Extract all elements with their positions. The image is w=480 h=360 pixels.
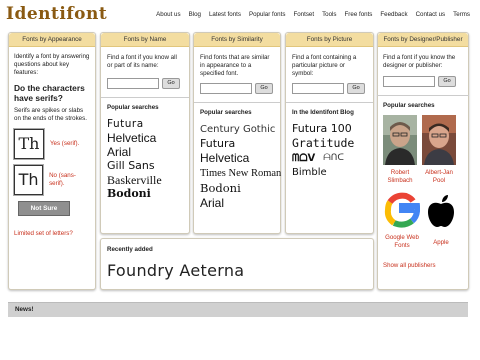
divider [377, 95, 469, 96]
nav-about-us[interactable]: About us [156, 11, 180, 18]
designer-go-button[interactable]: Go [438, 76, 456, 87]
serif-sample-text: Th [18, 134, 40, 153]
publisher-google-web-fonts-link[interactable]: Google Web Fonts [382, 234, 422, 250]
font-link-bodoni[interactable]: Bodoni [200, 181, 274, 196]
main-nav: About us Blog Latest fonts Popular fonts… [156, 11, 470, 18]
font-link-century-gothic[interactable]: Century Gothic [200, 123, 275, 137]
nav-tools[interactable]: Tools [322, 11, 336, 18]
designer-popular-title: Popular searches [383, 102, 435, 109]
similarity-panel: Fonts by Similarity Find fonts that are … [193, 32, 281, 234]
avatar-robert-slimbach[interactable] [383, 115, 417, 165]
font-link-helvetica[interactable]: Helvetica [200, 151, 274, 166]
blog-link-gratitude[interactable]: Gratitude [292, 136, 367, 151]
divider [286, 102, 373, 103]
blog-link-symbol-font-2[interactable]: ᗩᑎᑕ [323, 151, 344, 166]
font-link-futura[interactable]: Futura [107, 118, 183, 131]
blog-link-bimble[interactable]: Bimble [292, 166, 367, 180]
show-all-publishers-link[interactable]: Show all publishers [383, 262, 436, 269]
picture-go-button[interactable]: Go [347, 83, 365, 94]
similarity-intro: Find fonts that are similar in appearanc… [200, 54, 270, 77]
not-sure-button[interactable]: Not Sure [18, 201, 70, 216]
recently-added-title: Recently added [107, 246, 153, 253]
sans-sample-button[interactable]: Th [14, 165, 44, 195]
top-bar: Identifont About us Blog Latest fonts Po… [0, 0, 480, 30]
name-search-input[interactable] [107, 78, 159, 89]
sans-sample-text: Th [18, 170, 39, 189]
name-popular-title: Popular searches [107, 104, 159, 111]
font-link-baskerville[interactable]: Baskerville [107, 173, 183, 187]
nav-terms[interactable]: Terms [453, 11, 470, 18]
font-link-futura[interactable]: Futura [200, 137, 274, 151]
font-link-helvetica[interactable]: Helvetica [107, 131, 183, 145]
font-link-arial[interactable]: Arial [200, 196, 274, 211]
designer-albert-jan-pool-link[interactable]: Albert-Jan Pool [421, 169, 457, 185]
font-link-times-new-roman[interactable]: Times New Roman [200, 166, 281, 181]
serif-hint: Serifs are spikes or slabs on the ends o… [14, 107, 87, 122]
nav-popular-fonts[interactable]: Popular fonts [249, 11, 285, 18]
appearance-panel: Fonts by Appearance Identify a font by a… [8, 32, 96, 290]
site-logo[interactable]: Identifont [6, 4, 107, 24]
similarity-go-button[interactable]: Go [255, 83, 273, 94]
publisher-apple-link[interactable]: Apple [421, 239, 461, 247]
nav-latest-fonts[interactable]: Latest fonts [209, 11, 241, 18]
similarity-search-input[interactable] [200, 83, 252, 94]
serif-yes-link[interactable]: Yes (serif). [50, 140, 79, 148]
google-logo-icon[interactable] [384, 192, 421, 228]
font-link-gill-sans[interactable]: Gill Sans [107, 159, 183, 173]
serif-sample-button[interactable]: Th [14, 129, 44, 159]
limited-letters-link[interactable]: Limited set of letters? [14, 230, 90, 238]
name-go-button[interactable]: Go [162, 78, 180, 89]
name-panel: Fonts by Name Find a font if you know al… [100, 32, 190, 234]
recently-added-panel: Recently added Foundry Aeterna [100, 238, 374, 290]
designer-robert-slimbach-link[interactable]: Robert Slimbach [382, 169, 418, 185]
blog-link-futura-100[interactable]: Futura 100 [292, 122, 367, 136]
nav-contact-us[interactable]: Contact us [416, 11, 446, 18]
portrait-photo [383, 115, 417, 165]
recent-font-link[interactable]: Foundry Aeterna [107, 260, 367, 282]
nav-fontset[interactable]: Fontset [293, 11, 314, 18]
serif-no-link[interactable]: No (sans-serif). [49, 172, 90, 188]
designer-search-input[interactable] [383, 76, 435, 87]
news-label[interactable]: News! [15, 306, 34, 313]
designer-intro: Find a font if you know the designer or … [383, 54, 456, 69]
appearance-intro: Identify a font by answering questions a… [14, 53, 90, 76]
picture-intro: Find a font containing a particular pict… [292, 54, 357, 77]
picture-search-input[interactable] [292, 83, 344, 94]
appearance-title: Fonts by Appearance [9, 33, 95, 47]
font-link-arial[interactable]: Arial [107, 145, 183, 159]
divider [194, 102, 280, 103]
similarity-title: Fonts by Similarity [194, 33, 280, 47]
divider [101, 97, 189, 98]
nav-feedback[interactable]: Feedback [380, 11, 407, 18]
apple-logo-icon[interactable] [425, 194, 457, 228]
avatar-albert-jan-pool[interactable] [422, 115, 456, 165]
news-bar: News! [8, 302, 468, 317]
nav-blog[interactable]: Blog [189, 11, 201, 18]
portrait-photo [422, 115, 456, 165]
nav-free-fonts[interactable]: Free fonts [345, 11, 373, 18]
picture-panel: Fonts by Picture Find a font containing … [285, 32, 374, 234]
name-title: Fonts by Name [101, 33, 189, 47]
designer-title: Fonts by Designer/Publisher [378, 33, 468, 47]
font-link-bodoni[interactable]: Bodoni [107, 187, 183, 201]
blog-title: In the Identifont Blog [292, 109, 354, 116]
serif-question: Do the characters have serifs? [14, 83, 85, 103]
picture-title: Fonts by Picture [286, 33, 373, 47]
name-intro: Find a font if you know all or part of i… [107, 54, 177, 69]
blog-link-symbol-font-1[interactable]: ᗰᗝᐯ [292, 151, 315, 166]
similarity-popular-title: Popular searches [200, 109, 252, 116]
